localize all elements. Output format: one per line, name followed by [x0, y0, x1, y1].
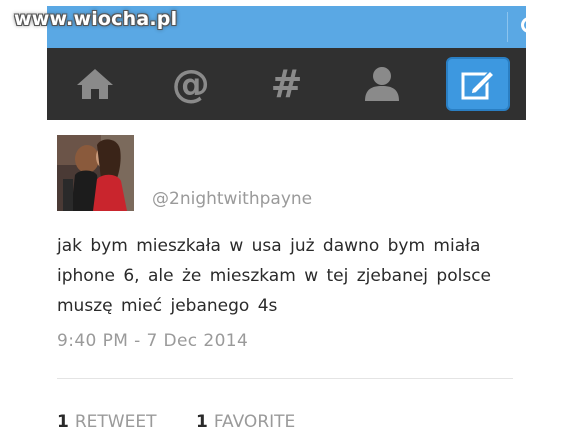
retweet-count-number: 1	[57, 412, 69, 432]
compose-icon	[461, 69, 496, 100]
nav-mentions[interactable]: @	[159, 56, 223, 112]
tweet-text-line: iphone 6, ale że mieszkam w tej zjebanej…	[57, 266, 492, 286]
nav-profile[interactable]	[350, 56, 414, 112]
tweet-text: jak bym mieszkała w usa już dawno bym mi…	[57, 231, 497, 321]
retweet-label: RETWEET	[74, 412, 157, 432]
tweet-text-line: jak bym mieszkała w usa już dawno bym mi…	[57, 236, 481, 256]
nav-compose[interactable]	[446, 56, 511, 112]
retweet-count[interactable]: 1 RETWEET	[57, 412, 156, 432]
divider	[57, 378, 513, 379]
top-bar-divider	[507, 12, 508, 42]
at-sign-icon: @	[171, 62, 210, 106]
nav-home[interactable]	[63, 56, 127, 112]
home-icon	[76, 69, 113, 99]
favorite-count-number: 1	[196, 412, 208, 432]
tweet-timestamp: 9:40 PM - 7 Dec 2014	[57, 331, 249, 351]
search-button[interactable]	[509, 6, 553, 48]
nav-bar: @ #	[47, 48, 526, 120]
nav-discover[interactable]: #	[254, 56, 318, 112]
compose-button[interactable]	[446, 57, 511, 111]
hashtag-icon: #	[270, 62, 303, 106]
watermark: www.wiocha.pl	[14, 8, 178, 30]
favorite-count[interactable]: 1 FAVORITE	[196, 412, 295, 432]
tweet-text-line: muszę mieć jebanego 4s	[57, 296, 278, 316]
person-icon	[365, 67, 400, 101]
tweet-author-handle[interactable]: @2nightwithpayne	[152, 189, 312, 209]
favorite-label: FAVORITE	[213, 412, 296, 432]
search-icon	[521, 17, 542, 38]
avatar[interactable]	[57, 135, 134, 211]
avatar-image	[57, 135, 134, 211]
